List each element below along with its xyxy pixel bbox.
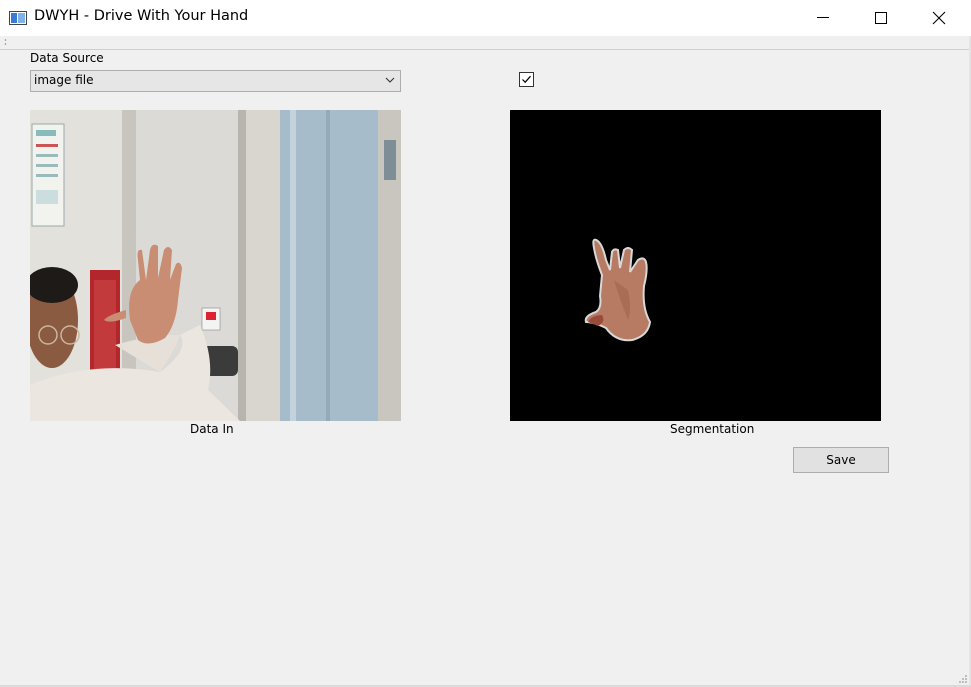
chevron-down-icon (385, 77, 395, 83)
app-window-icon (9, 10, 27, 25)
window-title: DWYH - Drive With Your Hand (34, 8, 249, 24)
minimize-icon (817, 17, 829, 18)
resize-grip-icon[interactable] (958, 674, 968, 684)
close-icon (932, 11, 946, 25)
segmentation-caption: Segmentation (670, 422, 755, 436)
data-in-caption: Data In (190, 422, 234, 436)
segmentation-image (510, 110, 881, 421)
save-button[interactable]: Save (793, 447, 889, 473)
data-source-select[interactable]: image file (30, 70, 401, 92)
enable-checkbox[interactable] (519, 72, 534, 87)
close-button[interactable] (910, 0, 968, 36)
toolbar (0, 36, 971, 50)
title-bar[interactable]: DWYH - Drive With Your Hand (0, 0, 971, 36)
maximize-icon (875, 12, 887, 24)
toolbar-grip-icon[interactable] (4, 38, 7, 46)
minimize-button[interactable] (794, 0, 852, 36)
checkmark-icon (522, 75, 531, 84)
maximize-button[interactable] (852, 0, 910, 36)
data-in-image (30, 110, 401, 421)
data-source-label: Data Source (30, 51, 104, 65)
data-source-value: image file (34, 73, 94, 87)
